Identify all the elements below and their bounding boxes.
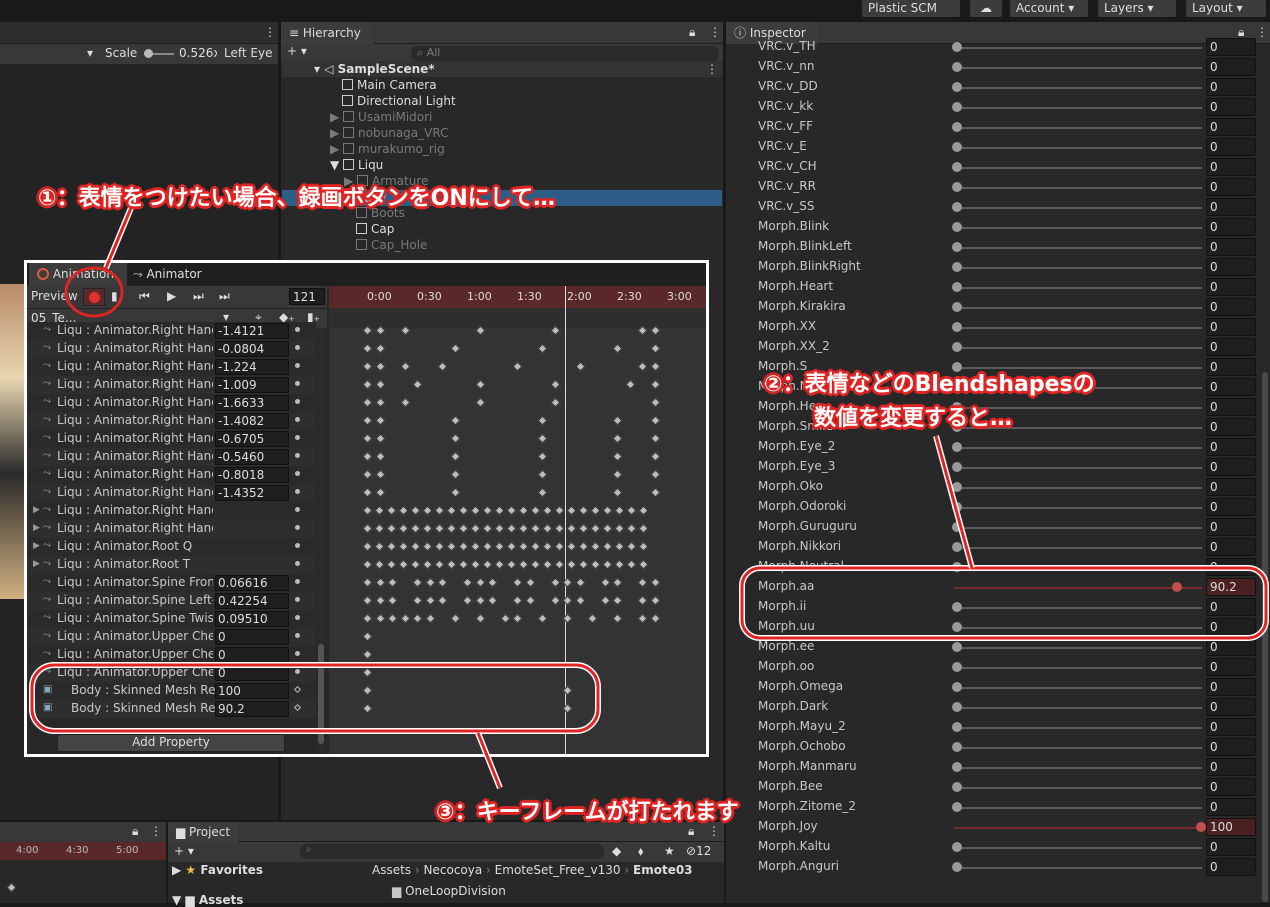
arrow-line-3 [476,732,502,789]
record-highlight-circle [64,266,124,318]
arrow-line-2 [934,435,974,569]
aa-highlight-outline [739,565,1269,641]
callout-step3: ③：キーフレームが打たれます [436,800,739,825]
arrow-line-1 [104,207,133,269]
callout-step2-line2: 数値を変更すると… [814,406,1013,431]
keyframe-highlight [30,663,600,733]
keyframe-highlight-outline [29,662,601,734]
aa-highlight [740,566,1268,640]
callout-step2-line1: ②：表情などのBlendshapesの [764,372,1095,397]
annotation-overlay [29,206,1269,790]
callout-step1: ①：表情をつけたい場合、録画ボタンをONにして… [38,186,556,211]
